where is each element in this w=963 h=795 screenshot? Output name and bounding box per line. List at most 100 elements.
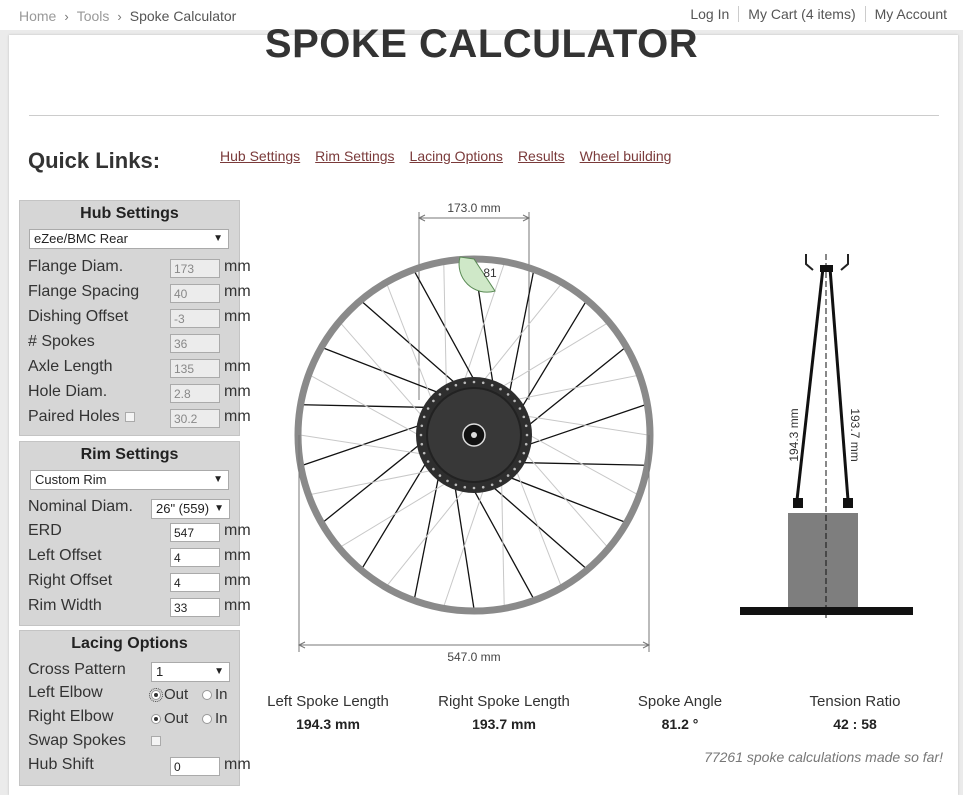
left-spoke-profile xyxy=(795,267,825,501)
paired-holes-unit: mm xyxy=(224,408,251,425)
left-elbow-out-radio[interactable]: Out xyxy=(149,686,188,703)
login-link[interactable]: Log In xyxy=(681,6,738,22)
right-elbow-label: Right Elbow xyxy=(28,708,114,725)
hub-hole xyxy=(463,381,467,385)
right-offset-label: Right Offset xyxy=(28,572,113,589)
hole-diam-input[interactable]: 2.8 xyxy=(170,384,220,403)
quick-link-hub-settings[interactable]: Hub Settings xyxy=(220,148,300,164)
result-value: 193.7 mm xyxy=(472,716,536,732)
hub-hole xyxy=(481,381,485,385)
hub-hole xyxy=(454,483,458,487)
hub-hole xyxy=(422,451,426,455)
lacing-options-heading: Lacing Options xyxy=(71,635,188,652)
result-value: 194.3 mm xyxy=(296,716,360,732)
radio-selected-icon xyxy=(149,688,163,702)
quick-link-wheel-building[interactable]: Wheel building xyxy=(580,148,672,164)
right-offset-input[interactable]: 4 xyxy=(170,573,220,592)
quick-link-rim-settings[interactable]: Rim Settings xyxy=(315,148,394,164)
radio-empty-icon xyxy=(202,714,212,724)
hub-hole xyxy=(454,383,458,387)
left-flange-head xyxy=(793,498,803,508)
spoke xyxy=(501,479,505,607)
right-spoke-profile xyxy=(828,267,850,501)
flange-diam-input[interactable]: 173 xyxy=(170,259,220,278)
dishing-offset-label: Dishing Offset xyxy=(28,308,129,325)
erd-unit: mm xyxy=(224,522,251,539)
spokes-count-input[interactable]: 36 xyxy=(170,334,220,353)
erd-input[interactable]: 547 xyxy=(170,523,220,542)
cross-pattern-select[interactable]: 1 ▼ xyxy=(151,662,230,682)
spoke xyxy=(386,284,434,404)
left-offset-label: Left Offset xyxy=(28,547,102,564)
left-elbow-in-label: In xyxy=(215,686,228,703)
dishing-offset-unit: mm xyxy=(224,308,251,325)
result-value: 81.2 ° xyxy=(661,716,699,732)
hub-hole xyxy=(524,442,528,446)
rim-model-select[interactable]: Custom Rim ▼ xyxy=(30,470,229,490)
right-elbow-in-radio[interactable]: In xyxy=(202,710,228,727)
hub-hole xyxy=(490,483,494,487)
paired-holes-label: Paired Holes xyxy=(28,408,120,425)
result-label: Spoke Angle xyxy=(637,693,723,710)
spoke xyxy=(310,375,423,438)
flange-dimension xyxy=(417,212,531,400)
quick-links-label: Quick Links: xyxy=(28,148,161,173)
right-spoke-length-label: 193.7 mm xyxy=(848,408,862,461)
left-elbow-in-radio[interactable]: In xyxy=(202,686,228,703)
result-left-spoke: Left Spoke Length 194.3 mm xyxy=(258,693,398,732)
page-title: SPOKE CALCULATOR xyxy=(264,22,699,66)
left-elbow-label: Left Elbow xyxy=(28,684,103,701)
hub-hole xyxy=(499,479,502,483)
result-label: Left Spoke Length xyxy=(267,693,389,710)
hub-hole xyxy=(426,460,430,463)
hub-settings-heading: Hub Settings xyxy=(80,205,179,222)
dishing-offset-input[interactable]: -3 xyxy=(170,309,220,328)
left-offset-unit: mm xyxy=(224,547,251,564)
hub-hole xyxy=(463,485,467,489)
chevron-down-icon: ▼ xyxy=(213,233,223,244)
paired-holes-input[interactable]: 30.2 xyxy=(170,409,220,428)
erd-label: ERD xyxy=(28,522,62,539)
cart-link[interactable]: My Cart (4 items) xyxy=(738,6,865,22)
hub-hole xyxy=(419,433,423,437)
hole-diam-label: Hole Diam. xyxy=(28,383,108,400)
swap-spokes-checkbox[interactable] xyxy=(151,736,161,746)
quick-links: Hub Settings Rim Settings Lacing Options Re… xyxy=(220,148,686,164)
chevron-down-icon: ▼ xyxy=(214,503,224,514)
title-divider xyxy=(29,115,939,116)
flange-spacing-input[interactable]: 40 xyxy=(170,284,220,303)
hub-hole xyxy=(420,442,424,446)
account-link[interactable]: My Account xyxy=(864,6,947,22)
hub-shift-input[interactable]: 0 xyxy=(170,757,220,776)
result-label: Right Spoke Length xyxy=(438,693,570,710)
quick-link-results[interactable]: Results xyxy=(518,148,565,164)
hub-hole xyxy=(518,460,522,463)
wheel-front-diagram: 173.0 mm 81 547.0 mm xyxy=(294,201,654,664)
rim-width-input[interactable]: 33 xyxy=(170,598,220,617)
hub-hole xyxy=(499,387,502,391)
calculation-counter: 77261 spoke calculations made so far! xyxy=(704,749,943,765)
spoke xyxy=(514,466,562,586)
spoke xyxy=(512,374,638,401)
spoke xyxy=(310,469,436,496)
hub-hole xyxy=(522,451,526,455)
result-value: 42 : 58 xyxy=(833,716,877,732)
hub-hole xyxy=(506,393,510,396)
hub-shift-unit: mm xyxy=(224,756,251,773)
paired-holes-checkbox[interactable] xyxy=(125,412,135,422)
cross-pattern-label: Cross Pattern xyxy=(28,661,126,678)
quick-link-lacing-options[interactable]: Lacing Options xyxy=(410,148,503,164)
right-elbow-out-radio[interactable]: Out xyxy=(151,710,188,727)
hub-hole xyxy=(525,433,529,437)
hub-hole xyxy=(518,407,522,410)
hub-model-select[interactable]: eZee/BMC Rear ▼ xyxy=(29,229,229,249)
flange-diam-unit: mm xyxy=(224,258,251,275)
hub-hole xyxy=(420,424,424,428)
spoke xyxy=(340,480,450,548)
result-label: Tension Ratio xyxy=(809,693,901,710)
left-offset-input[interactable]: 4 xyxy=(170,548,220,567)
nominal-diam-select[interactable]: 26" (559) ▼ xyxy=(151,499,230,519)
rim-settings-panel: Rim Settings Custom Rim ▼ Nominal Diam. 2… xyxy=(19,441,251,626)
flange-spacing-unit: mm xyxy=(224,283,251,300)
axle-length-input[interactable]: 135 xyxy=(170,359,220,378)
